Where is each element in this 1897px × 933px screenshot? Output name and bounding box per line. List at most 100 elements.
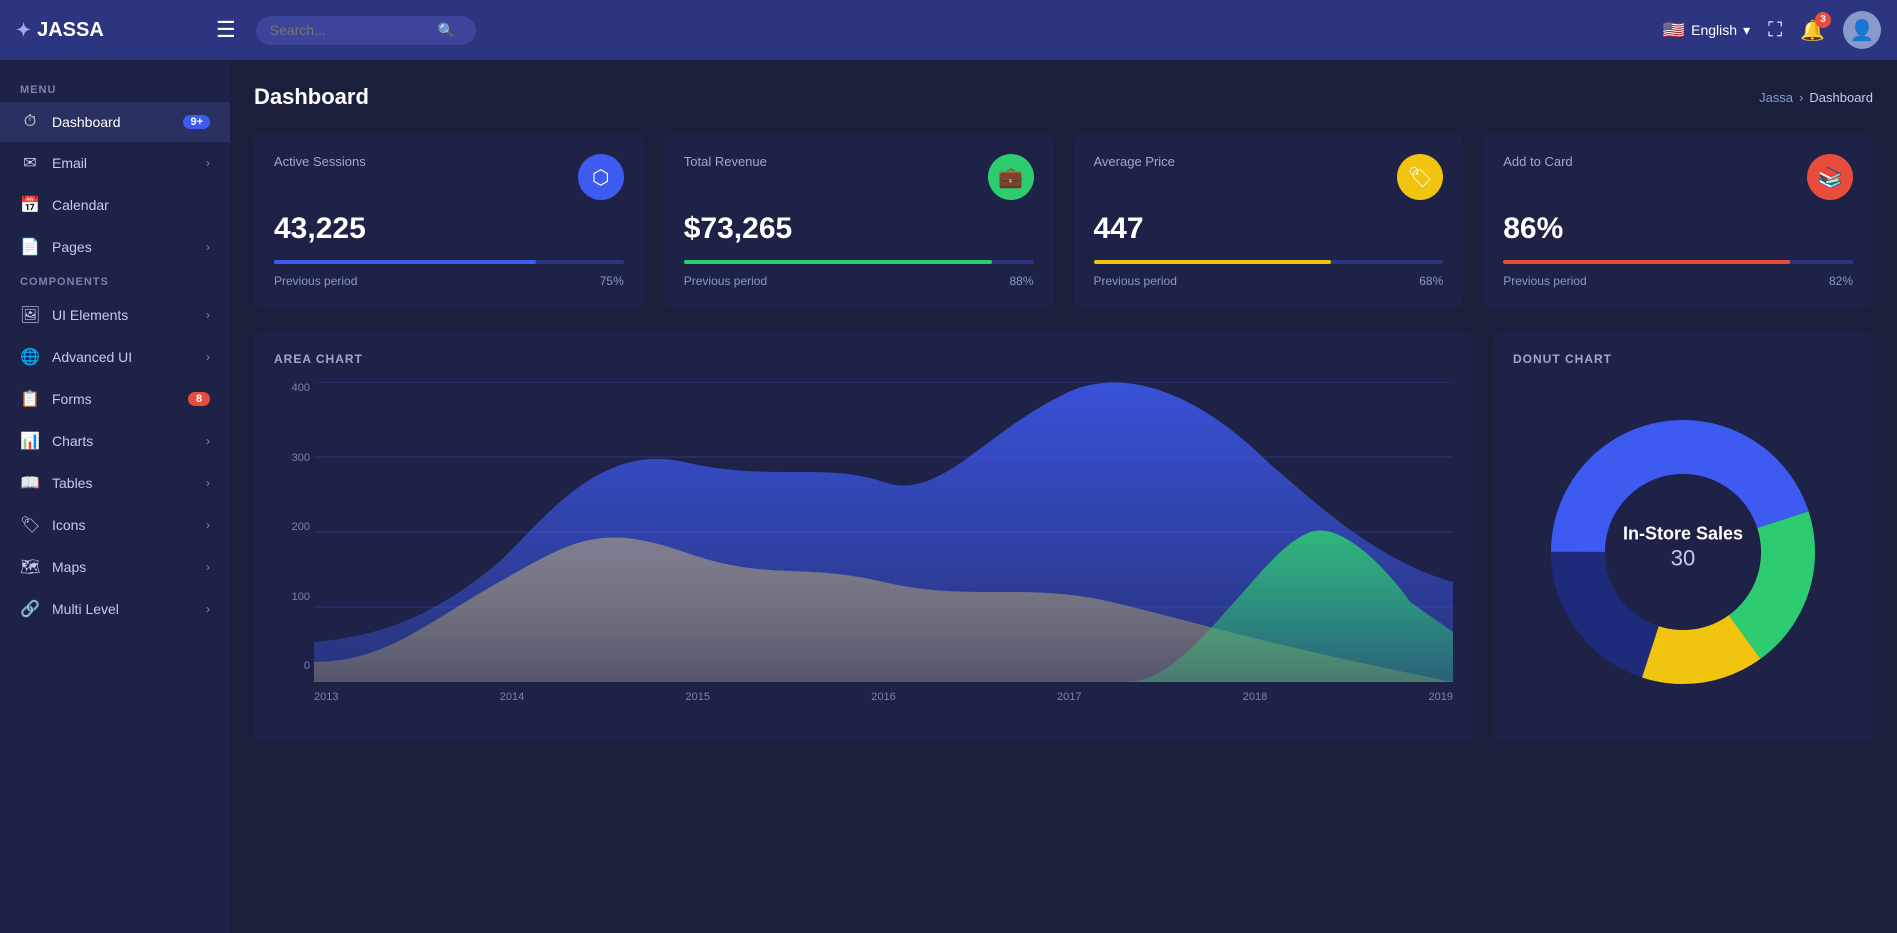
stat-icon-average-price: 🏷 <box>1397 154 1443 200</box>
chevron-right-icon: › <box>206 476 210 490</box>
search-icon: 🔍 <box>438 22 455 39</box>
stat-card-header: Add to Card 📚 <box>1503 154 1853 200</box>
stat-card-header: Total Revenue 💼 <box>684 154 1034 200</box>
sidebar-item-label: Forms <box>52 391 176 407</box>
breadcrumb-parent: Jassa <box>1759 90 1793 105</box>
sidebar-item-label: Charts <box>52 433 194 449</box>
period-label: Previous period <box>274 274 357 288</box>
logo-icon: ✦ <box>16 20 31 41</box>
search-input[interactable] <box>270 22 430 38</box>
charts-row: AREA CHART 400 300 200 100 0 <box>254 332 1873 742</box>
sidebar-item-icons[interactable]: 🏷 Icons › <box>0 504 230 546</box>
chevron-right-icon: › <box>206 560 210 574</box>
language-label: English <box>1691 22 1737 38</box>
menu-section-label: MENU <box>0 76 230 102</box>
stat-value-add-to-card: 86% <box>1503 212 1853 246</box>
stat-card-total-revenue: Total Revenue 💼 $73,265 Previous period … <box>664 134 1054 308</box>
sidebar-item-charts[interactable]: 📊 Charts › <box>0 420 230 462</box>
period-label: Previous period <box>1503 274 1586 288</box>
stat-footer: Previous period 82% <box>1503 274 1853 288</box>
main-layout: MENU ⏱ Dashboard 9+ ✉ Email › 📅 Calendar… <box>0 60 1897 933</box>
period-value: 68% <box>1419 274 1443 288</box>
flag-icon: 🇺🇸 <box>1663 20 1685 41</box>
stat-bar-active-sessions <box>274 260 536 264</box>
topnav: ✦ JASSA ☰ 🔍 🇺🇸 English ▾ ⛶ 🔔 3 👤 <box>0 0 1897 60</box>
logo: ✦ JASSA <box>16 19 196 42</box>
stat-card-average-price: Average Price 🏷 447 Previous period 68% <box>1074 134 1464 308</box>
stat-card-title: Total Revenue <box>684 154 767 169</box>
sidebar-item-label: Multi Level <box>52 601 194 617</box>
stat-icon-add-to-card: 📚 <box>1807 154 1853 200</box>
sidebar-item-email[interactable]: ✉ Email › <box>0 142 230 184</box>
language-selector[interactable]: 🇺🇸 English ▾ <box>1663 20 1750 41</box>
chevron-right-icon: › <box>206 350 210 364</box>
sidebar-item-label: UI Elements <box>52 307 194 323</box>
topnav-right: 🇺🇸 English ▾ ⛶ 🔔 3 👤 <box>1663 11 1881 49</box>
sidebar-item-maps[interactable]: 🗺 Maps › <box>0 546 230 588</box>
sidebar-item-tables[interactable]: 📖 Tables › <box>0 462 230 504</box>
sidebar-item-advanced-ui[interactable]: 🌐 Advanced UI › <box>0 336 230 378</box>
stat-bar-bg <box>1503 260 1853 264</box>
multi-level-icon: 🔗 <box>20 599 40 619</box>
stat-bar-bg <box>684 260 1034 264</box>
avatar[interactable]: 👤 <box>1843 11 1881 49</box>
advanced-ui-icon: 🌐 <box>20 347 40 367</box>
email-icon: ✉ <box>20 153 40 173</box>
sidebar-item-forms[interactable]: 📋 Forms 8 <box>0 378 230 420</box>
donut-chart-container: In-Store Sales 30 <box>1513 382 1853 722</box>
stat-bar-bg <box>274 260 624 264</box>
donut-chart-card: DONUT CHART <box>1493 332 1873 742</box>
stat-bar-average-price <box>1094 260 1332 264</box>
calendar-icon: 📅 <box>20 195 40 215</box>
chevron-right-icon: › <box>206 240 210 254</box>
search-box: 🔍 <box>256 16 476 45</box>
stat-bar-add-to-card <box>1503 260 1790 264</box>
period-value: 82% <box>1829 274 1853 288</box>
sidebar-item-label: Maps <box>52 559 194 575</box>
dashboard-badge: 9+ <box>183 115 210 129</box>
donut-hole <box>1605 474 1761 630</box>
notification-badge: 3 <box>1815 12 1831 28</box>
period-label: Previous period <box>1094 274 1177 288</box>
stat-card-title: Add to Card <box>1503 154 1572 169</box>
area-chart-svg <box>314 382 1453 682</box>
sidebar-item-multi-level[interactable]: 🔗 Multi Level › <box>0 588 230 630</box>
fullscreen-button[interactable]: ⛶ <box>1768 19 1782 42</box>
logo-text: JASSA <box>37 19 104 42</box>
stat-value-total-revenue: $73,265 <box>684 212 1034 246</box>
breadcrumb-row: Dashboard Jassa › Dashboard <box>254 84 1873 110</box>
period-value: 88% <box>1009 274 1033 288</box>
area-chart-card: AREA CHART 400 300 200 100 0 <box>254 332 1473 742</box>
ui-elements-icon: 🖼 <box>20 305 40 325</box>
tables-icon: 📖 <box>20 473 40 493</box>
stat-value-active-sessions: 43,225 <box>274 212 624 246</box>
sidebar: MENU ⏱ Dashboard 9+ ✉ Email › 📅 Calendar… <box>0 60 230 933</box>
stat-card-header: Active Sessions ⬡ <box>274 154 624 200</box>
sidebar-item-label: Calendar <box>52 197 210 213</box>
period-label: Previous period <box>684 274 767 288</box>
x-axis-labels: 2013 2014 2015 2016 2017 2018 2019 <box>274 687 1453 703</box>
stat-card-title: Average Price <box>1094 154 1175 169</box>
stat-footer: Previous period 68% <box>1094 274 1444 288</box>
charts-icon: 📊 <box>20 431 40 451</box>
area-chart-container: 400 300 200 100 0 <box>274 382 1453 722</box>
components-section-label: COMPONENTS <box>0 268 230 294</box>
breadcrumb-current: Dashboard <box>1809 90 1873 105</box>
sidebar-item-pages[interactable]: 📄 Pages › <box>0 226 230 268</box>
main-content: Dashboard Jassa › Dashboard Active Sessi… <box>230 60 1897 933</box>
stat-card-add-to-card: Add to Card 📚 86% Previous period 82% <box>1483 134 1873 308</box>
stat-bar-total-revenue <box>684 260 992 264</box>
hamburger-button[interactable]: ☰ <box>212 13 240 47</box>
sidebar-item-label: Tables <box>52 475 194 491</box>
stat-cards: Active Sessions ⬡ 43,225 Previous period… <box>254 134 1873 308</box>
sidebar-item-ui-elements[interactable]: 🖼 UI Elements › <box>0 294 230 336</box>
stat-footer: Previous period 88% <box>684 274 1034 288</box>
sidebar-item-label: Icons <box>52 517 194 533</box>
sidebar-item-dashboard[interactable]: ⏱ Dashboard 9+ <box>0 102 230 142</box>
stat-bar-bg <box>1094 260 1444 264</box>
sidebar-item-label: Dashboard <box>52 114 171 130</box>
stat-card-active-sessions: Active Sessions ⬡ 43,225 Previous period… <box>254 134 644 308</box>
notification-button[interactable]: 🔔 3 <box>1800 18 1825 43</box>
breadcrumb: Jassa › Dashboard <box>1759 90 1873 105</box>
sidebar-item-calendar[interactable]: 📅 Calendar <box>0 184 230 226</box>
